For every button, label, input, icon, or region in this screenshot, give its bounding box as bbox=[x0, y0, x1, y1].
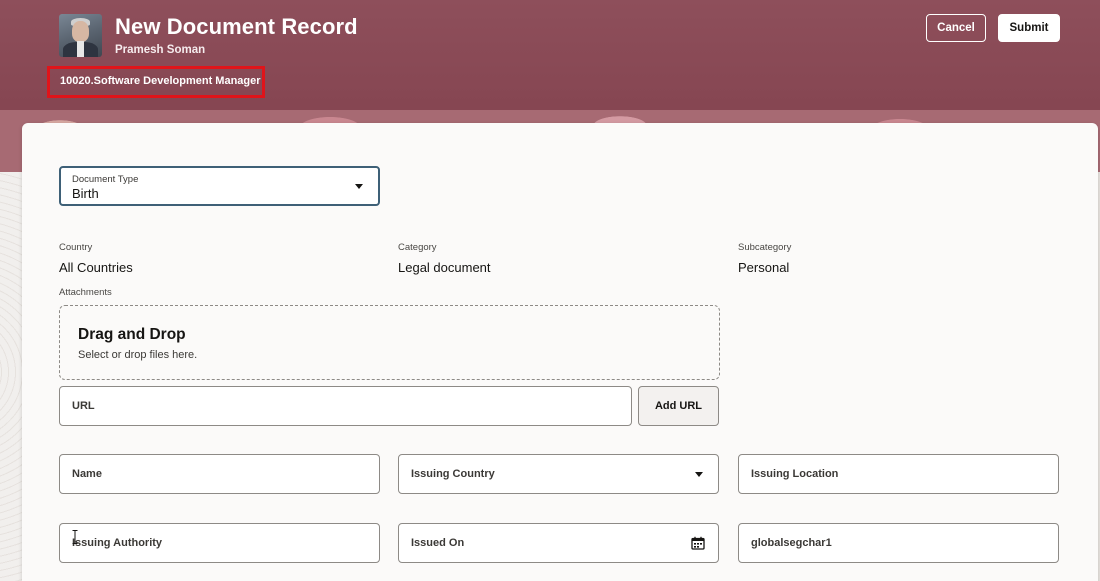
calendar-icon[interactable] bbox=[691, 536, 705, 550]
file-dropzone[interactable]: Drag and Drop Select or drop files here. bbox=[59, 305, 720, 380]
issued-on-date-input[interactable]: Issued On bbox=[398, 523, 719, 563]
text-cursor-icon bbox=[72, 530, 78, 544]
document-type-select[interactable]: Document Type Birth bbox=[59, 166, 380, 206]
avatar-face bbox=[72, 21, 89, 42]
person-name: Pramesh Soman bbox=[115, 44, 206, 56]
issuing-country-placeholder: Issuing Country bbox=[411, 468, 495, 480]
submit-button[interactable]: Submit bbox=[998, 14, 1060, 42]
issuing-location-input[interactable]: Issuing Location bbox=[738, 454, 1059, 494]
dropzone-subtitle: Select or drop files here. bbox=[78, 349, 198, 361]
avatar bbox=[59, 14, 102, 57]
globalsegchar1-input[interactable]: globalsegchar1 bbox=[738, 523, 1059, 563]
attachments-label: Attachments bbox=[59, 287, 112, 298]
cancel-button[interactable]: Cancel bbox=[926, 14, 986, 42]
country-label: Country bbox=[59, 242, 93, 253]
document-type-label: Document Type bbox=[72, 174, 139, 185]
assignment-label: 10020.Software Development Manager bbox=[47, 66, 265, 98]
chevron-down-icon bbox=[695, 472, 703, 477]
background-pattern bbox=[0, 172, 22, 581]
page-title: New Document Record bbox=[115, 14, 358, 39]
url-placeholder: URL bbox=[72, 400, 95, 412]
document-type-value: Birth bbox=[72, 186, 99, 201]
issued-on-placeholder: Issued On bbox=[411, 537, 465, 549]
chevron-down-icon bbox=[355, 184, 363, 189]
subcategory-label: Subcategory bbox=[738, 242, 792, 253]
category-label: Category bbox=[398, 242, 437, 253]
name-input[interactable]: Name bbox=[59, 454, 380, 494]
add-url-button[interactable]: Add URL bbox=[638, 386, 719, 426]
globalsegchar1-placeholder: globalsegchar1 bbox=[751, 537, 832, 549]
url-input[interactable]: URL bbox=[59, 386, 632, 426]
subcategory-value: Personal bbox=[738, 260, 790, 275]
issuing-authority-placeholder: Issuing Authority bbox=[72, 537, 163, 549]
category-value: Legal document bbox=[398, 260, 491, 275]
issuing-location-placeholder: Issuing Location bbox=[751, 468, 839, 480]
issuing-country-select[interactable]: Issuing Country bbox=[398, 454, 719, 494]
name-placeholder: Name bbox=[72, 468, 102, 480]
issuing-authority-input[interactable]: Issuing Authority bbox=[59, 523, 380, 563]
dropzone-title: Drag and Drop bbox=[78, 326, 186, 343]
country-value: All Countries bbox=[59, 260, 133, 275]
avatar-shirt bbox=[77, 41, 84, 57]
